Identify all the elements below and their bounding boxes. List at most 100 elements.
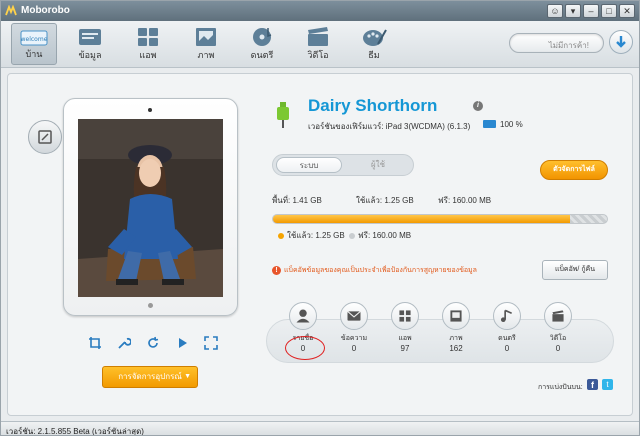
device-name: Dairy Shorthorn [308,96,438,115]
device-management-button[interactable]: การจัดการอุปกรณ์ ▼ [102,366,198,388]
photo-icon [442,302,470,330]
category-messages[interactable]: ข้อความ 0 [329,302,379,353]
tab-contacts-label: ข้อมูล [78,50,102,60]
category-count: 97 [400,344,410,353]
play-icon[interactable] [175,336,189,350]
storage-free: ฟรี: 160.00 MB [438,196,492,205]
usb-connected-icon [277,102,289,128]
tab-apps-label: แอพ [139,50,157,60]
video-clapper-icon [544,302,572,330]
tab-apps[interactable]: แอพ [125,23,171,65]
download-button[interactable] [609,30,633,54]
contacts-icon [79,29,101,45]
warning-text: แบ็คอัพข้อมูลของคุณเป็นประจำเพื่อป้องกัน… [284,267,477,274]
device-screen-image [78,119,223,297]
category-label: วิดีโอ [549,335,567,342]
device-camera [148,108,152,112]
battery-icon [483,120,496,128]
apps-grid-icon [391,302,419,330]
window-controls: ☺ ▾ – □ ✕ [547,4,635,18]
storage-total: พื้นที่: 1.41 GB [272,196,322,205]
maximize-button[interactable]: □ [601,4,617,18]
version-text: เวอร์ชัน: 2.1.5.855 Beta (เวอร์ชันล่าสุด… [6,427,144,436]
backup-restore-button[interactable]: แบ็คอัพ/ กู้คืน [542,260,608,280]
wallpaper-photo [78,119,223,297]
category-label: ข้อความ [340,335,368,342]
tab-photos-label: ภาพ [197,50,215,60]
category-label: ภาพ [449,335,463,342]
category-count: 0 [555,344,561,353]
tab-system-storage[interactable]: ระบบ [276,157,342,173]
search-placeholder: ไม่มีการค้า! [548,41,589,50]
share-label: การแบ่งปันบน: [538,384,583,391]
minimize-button[interactable]: – [583,4,599,18]
home-welcome-icon: welcome [20,30,48,46]
category-music[interactable]: ดนตรี 0 [482,302,532,353]
device-preview [63,98,238,316]
main-toolbar: welcome บ้าน ข้อมูล แอพ ภาพ ดนตรี วิดีโอ… [1,21,639,68]
status-bar: เวอร์ชัน: 2.1.5.855 Beta (เวอร์ชันล่าสุด… [1,421,639,436]
fullscreen-icon[interactable] [204,336,218,350]
apps-icon [138,28,158,46]
crop-icon[interactable] [88,336,102,350]
warning-icon: ! [272,265,281,275]
facebook-icon[interactable]: f [587,379,598,390]
music-icon [253,28,272,46]
tab-home[interactable]: welcome บ้าน [11,23,57,65]
info-icon[interactable]: i [473,101,483,111]
device-home-button [148,303,153,308]
backup-warning: ! แบ็คอัพข้อมูลของคุณเป็นประจำเพื่อป้องกั… [272,265,477,276]
svg-text:welcome: welcome [21,36,48,43]
device-controls [88,336,218,350]
tab-theme-label: ธีม [368,50,380,60]
tab-user-storage[interactable]: ผู้ใช้ [345,157,411,173]
file-manager-button[interactable]: ตัวจัดการไฟล์ [540,160,608,180]
tab-photos[interactable]: ภาพ [183,23,229,65]
firmware-info: เวอร์ชันของเฟิร์มแวร์: iPad 3(WCDMA) (6.… [308,120,470,133]
title-bar: Moborobo ☺ ▾ – □ ✕ [1,1,639,21]
photos-icon [196,28,216,46]
category-video[interactable]: วิดีโอ 0 [533,302,583,353]
message-icon [340,302,368,330]
legend-used-label: ใช้แล้ว: 1.25 GB [287,231,345,240]
menu-icon[interactable]: ▾ [565,4,581,18]
search-input[interactable]: ไม่มีการค้า! [509,33,604,53]
storage-tabs: ระบบ ผู้ใช้ [272,154,414,176]
refresh-icon[interactable] [146,336,160,350]
edit-square-icon [38,130,52,144]
legend-used: ใช้แล้ว: 1.25 GB [278,229,345,242]
tab-theme[interactable]: ธีม [351,23,397,65]
tab-music[interactable]: ดนตรี [239,23,285,65]
screenshot-edit-button[interactable] [28,120,62,154]
firmware-value: iPad 3(WCDMA) (6.1.3) [385,122,471,131]
feedback-icon[interactable]: ☺ [547,4,563,18]
tab-video-label: วิดีโอ [307,50,329,60]
download-arrow-icon [616,36,626,48]
twitter-icon[interactable]: t [602,379,613,390]
tab-contacts[interactable]: ข้อมูล [67,23,113,65]
device-management-label: การจัดการอุปกรณ์ [118,372,182,381]
category-photos[interactable]: ภาพ 162 [431,302,481,353]
category-count: 0 [504,344,510,353]
window-title: Moborobo [21,5,70,16]
highlight-annotation-circle [285,336,325,360]
close-button[interactable]: ✕ [619,4,635,18]
category-label: ดนตรี [498,335,516,342]
main-panel: การจัดการอุปกรณ์ ▼ Dairy Shorthorn i เวอ… [7,73,633,416]
tools-wrench-icon[interactable] [117,336,131,350]
category-count: 0 [351,344,357,353]
app-window: Moborobo ☺ ▾ – □ ✕ welcome บ้าน ข้อมูล แ… [0,0,640,436]
tab-home-label: บ้าน [25,49,43,59]
moborobo-logo-icon [5,5,17,16]
theme-icon [363,29,387,46]
category-apps[interactable]: แอพ 97 [380,302,430,353]
legend-free-label: ฟรี: 160.00 MB [358,231,412,240]
music-note-icon [493,302,521,330]
storage-used-fill [273,215,571,223]
storage-used: ใช้แล้ว: 1.25 GB [356,196,414,205]
contacts-person-icon [289,302,317,330]
firmware-label: เวอร์ชันของเฟิร์มแวร์: [308,122,384,131]
chevron-down-icon: ▼ [184,373,191,380]
tab-video[interactable]: วิดีโอ [295,23,341,65]
category-count: 162 [449,344,463,353]
